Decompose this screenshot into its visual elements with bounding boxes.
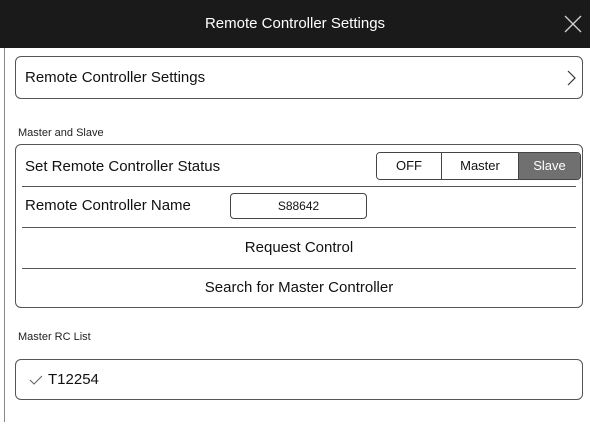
title-bar: Remote Controller Settings xyxy=(0,0,590,48)
divider xyxy=(22,186,576,187)
close-icon[interactable] xyxy=(562,13,584,35)
controller-name-field[interactable]: S88642 xyxy=(230,193,367,219)
status-label: Set Remote Controller Status xyxy=(25,158,221,175)
search-master-button[interactable]: Search for Master Controller xyxy=(22,269,576,307)
check-icon xyxy=(29,375,43,385)
status-option-master[interactable]: Master xyxy=(442,153,519,179)
master-slave-section-label: Master and Slave xyxy=(18,127,104,139)
list-item-label: T12254 xyxy=(48,371,99,388)
status-segmented-control: OFF Master Slave xyxy=(376,152,581,180)
left-edge-divider xyxy=(4,48,5,422)
remote-controller-settings-row[interactable]: Remote Controller Settings xyxy=(15,56,583,99)
master-rc-list-label: Master RC List xyxy=(18,331,91,343)
name-label: Remote Controller Name xyxy=(25,197,191,214)
settings-row-label: Remote Controller Settings xyxy=(25,69,206,86)
request-control-button[interactable]: Request Control xyxy=(22,228,576,268)
status-option-off[interactable]: OFF xyxy=(377,153,442,179)
chevron-right-icon xyxy=(567,70,576,86)
status-option-slave[interactable]: Slave xyxy=(519,153,580,179)
master-slave-panel: Set Remote Controller Status OFF Master … xyxy=(15,144,583,308)
window-title: Remote Controller Settings xyxy=(204,15,386,32)
list-item[interactable]: T12254 xyxy=(15,359,583,400)
